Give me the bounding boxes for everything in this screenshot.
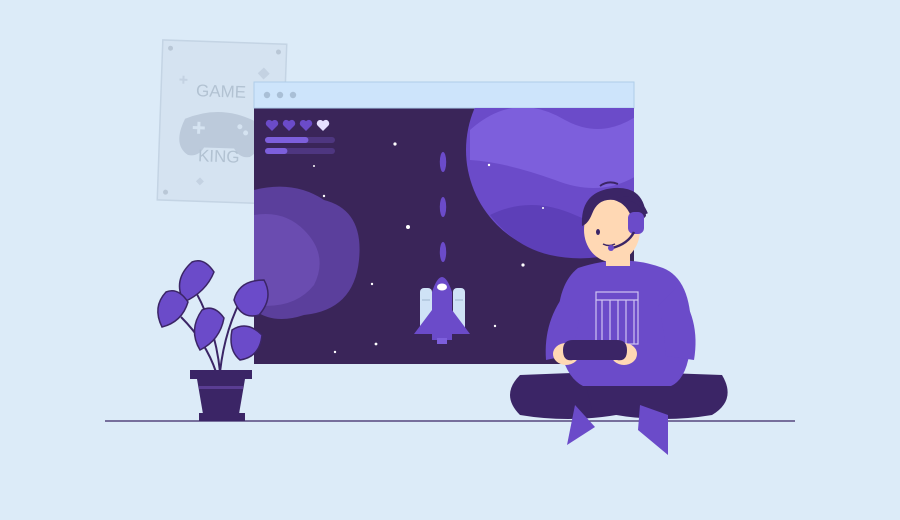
plant-leaves	[157, 260, 269, 373]
laser-shot	[439, 152, 447, 172]
laser-shot	[439, 197, 447, 217]
illustration-scene: GAME KING	[0, 0, 900, 520]
window-dot-1	[263, 91, 271, 99]
window-dot-3	[289, 91, 297, 99]
poster-title-king: KING	[198, 146, 240, 166]
gamepad-icon	[563, 340, 627, 361]
plant-pot	[190, 370, 252, 421]
scene-svg: GAME KING	[105, 39, 795, 455]
status-bar-fill	[265, 148, 288, 154]
laser-shots	[439, 152, 447, 262]
potted-plant	[157, 260, 269, 421]
torso	[545, 260, 696, 386]
laser-shot	[439, 242, 447, 262]
status-bar-fill	[265, 137, 309, 143]
window-title-bar	[253, 81, 635, 109]
poster-title-game: GAME	[196, 81, 247, 102]
window-dot-2	[276, 91, 284, 99]
